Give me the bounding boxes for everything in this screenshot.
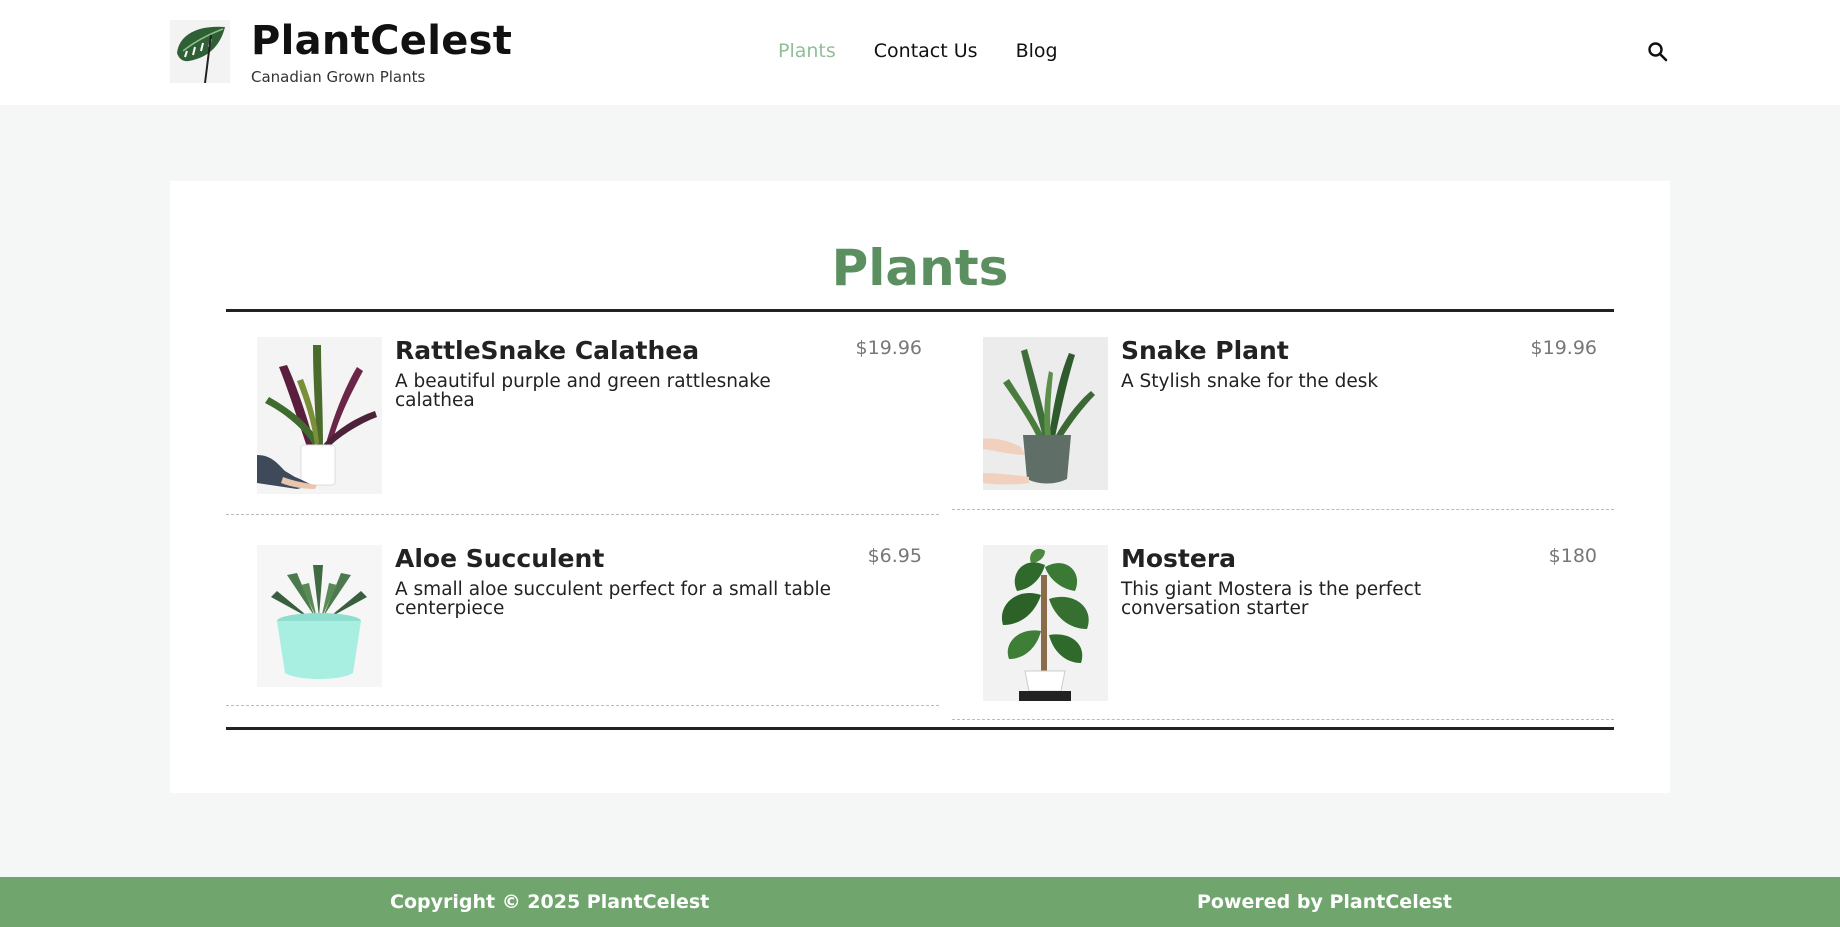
aloe-succulent-image[interactable] (257, 545, 382, 687)
menu-item-aloe-succulent[interactable]: Aloe Succulent $6.95 A small aloe succul… (226, 543, 939, 706)
menu-item-mostera[interactable]: Mostera $180 This giant Mostera is the p… (952, 543, 1614, 720)
item-name[interactable]: Snake Plant (1121, 335, 1289, 367)
search-icon[interactable] (1646, 40, 1670, 64)
site-header: PlantCelest Canadian Grown Plants Plants… (0, 0, 1840, 105)
item-name[interactable]: Aloe Succulent (395, 543, 604, 575)
main-nav: Plants Contact Us Blog (778, 38, 1096, 64)
brand[interactable]: PlantCelest Canadian Grown Plants (170, 20, 512, 86)
nav-item-blog[interactable]: Blog (1016, 38, 1058, 64)
nav-item-contact-us[interactable]: Contact Us (874, 38, 978, 64)
bottom-rule (226, 727, 1614, 730)
item-description: This giant Mostera is the perfect conver… (1121, 579, 1422, 619)
site-title[interactable]: PlantCelest (251, 20, 512, 62)
item-description: A small aloe succulent perfect for a sma… (395, 579, 832, 619)
brand-text: PlantCelest Canadian Grown Plants (251, 20, 512, 86)
menu-card: Plants RattleSnake Calathea $19.96 A bea… (170, 181, 1670, 793)
item-divider (226, 514, 939, 515)
item-price: $180 (1548, 545, 1597, 567)
item-divider (952, 509, 1614, 510)
item-description: A Stylish snake for the desk (1121, 371, 1379, 392)
footer-powered-by[interactable]: Powered by PlantCelest (1197, 890, 1452, 914)
item-price: $6.95 (867, 545, 922, 567)
leaf-logo-icon[interactable] (170, 20, 230, 83)
menu-item-snake-plant[interactable]: Snake Plant $19.96 A Stylish snake for t… (952, 335, 1614, 510)
footer-copyright: Copyright © 2025 PlantCelest (390, 891, 710, 913)
item-name[interactable]: RattleSnake Calathea (395, 335, 699, 367)
page-title: Plants (831, 239, 1009, 297)
site-footer: Copyright © 2025 PlantCelest Powered by … (0, 877, 1840, 927)
site-tagline: Canadian Grown Plants (251, 68, 426, 86)
item-description: A beautiful purple and green rattlesnake… (395, 371, 771, 411)
item-divider (226, 705, 939, 706)
item-price: $19.96 (855, 337, 922, 359)
mostera-image[interactable] (983, 545, 1108, 701)
snake-plant-image[interactable] (983, 337, 1108, 490)
rattlesnake-calathea-image[interactable] (257, 337, 382, 494)
item-price: $19.96 (1530, 337, 1597, 359)
menu-item-rattlesnake-calathea[interactable]: RattleSnake Calathea $19.96 A beautiful … (226, 335, 939, 515)
item-name[interactable]: Mostera (1121, 543, 1236, 575)
top-rule (226, 309, 1614, 312)
item-divider (952, 719, 1614, 720)
nav-item-plants[interactable]: Plants (778, 38, 836, 64)
